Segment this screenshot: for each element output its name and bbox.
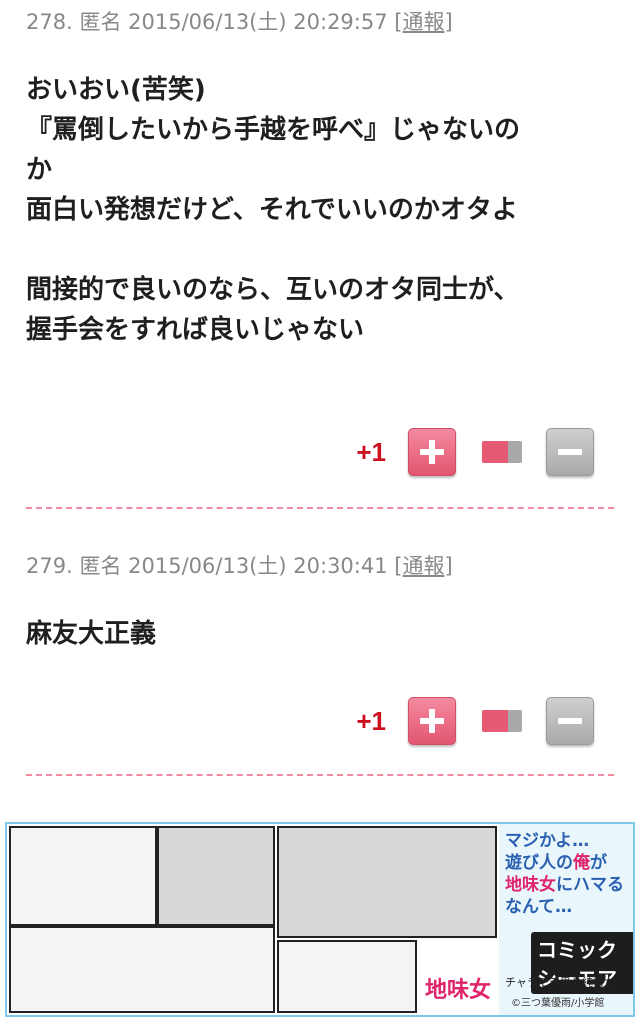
manga-illustration: 地味女 bbox=[7, 824, 499, 1015]
vote-score: +1 bbox=[356, 436, 386, 467]
ad-banner[interactable]: 地味女 マジかよ… 遊び人の俺が 地味女にハマる なんて… コミックシーモア チ… bbox=[5, 822, 635, 1017]
comment-divider bbox=[26, 507, 614, 509]
downvote-button[interactable] bbox=[546, 697, 594, 745]
comment-author: 匿名 bbox=[79, 554, 122, 578]
downvote-button[interactable] bbox=[546, 428, 594, 476]
comment-body: おいおい(苦笑) 『罵倒したいから手越を呼べ』じゃないの か 面白い発想だけど、… bbox=[26, 70, 616, 350]
ad-title: チャラモテ男と純情女 bbox=[505, 976, 615, 989]
manga-panel bbox=[9, 926, 275, 1013]
ad-text-area: マジかよ… 遊び人の俺が 地味女にハマる なんて… コミックシーモア チャラモテ… bbox=[501, 824, 633, 1015]
manga-panel bbox=[157, 826, 275, 926]
ad-tagline: マジかよ… 遊び人の俺が 地味女にハマる なんて… bbox=[505, 831, 624, 917]
upvote-button[interactable] bbox=[408, 428, 456, 476]
comment-time: 20:29:57 bbox=[293, 10, 388, 34]
comment-meta: 278. 匿名 2015/06/13(土) 20:29:57 [通報] bbox=[26, 10, 453, 34]
minus-icon bbox=[558, 449, 582, 455]
vote-score: +1 bbox=[356, 705, 386, 736]
ad-copyright: ©三つ葉優雨/小学館 bbox=[511, 998, 605, 1009]
vote-ratio-negative bbox=[507, 441, 522, 463]
comment-time: 20:30:41 bbox=[293, 554, 388, 578]
comment-line: 『罵倒したいから手越を呼べ』じゃないの bbox=[26, 115, 521, 145]
ad-label: 地味女 bbox=[421, 972, 496, 1004]
comment-line: 麻友大正義 bbox=[26, 619, 157, 649]
report-link[interactable]: 通報 bbox=[402, 554, 444, 578]
report-link[interactable]: 通報 bbox=[402, 10, 444, 34]
comment-meta: 279. 匿名 2015/06/13(土) 20:30:41 [通報] bbox=[26, 554, 453, 578]
comment-line: か bbox=[26, 155, 53, 185]
comment-author: 匿名 bbox=[79, 10, 122, 34]
comment-line: おいおい(苦笑) bbox=[26, 75, 206, 105]
comment-line: 面白い発想だけど、それでいいのかオタよ bbox=[26, 195, 518, 225]
minus-icon bbox=[558, 718, 582, 724]
comment-number: 279. bbox=[26, 554, 73, 578]
manga-panel bbox=[277, 826, 497, 938]
vote-ratio-bar bbox=[482, 441, 522, 463]
comment-body: 麻友大正義 bbox=[26, 614, 616, 654]
vote-ratio-bar bbox=[482, 710, 522, 732]
comment-date: 2015/06/13(土) bbox=[128, 554, 287, 578]
comment-line: 間接的で良いのなら、互いのオタ同士が、 bbox=[26, 275, 520, 305]
upvote-button[interactable] bbox=[408, 697, 456, 745]
vote-ratio-negative bbox=[507, 710, 522, 732]
comment-line: 握手会をすれば良いじゃない bbox=[26, 315, 365, 345]
vote-ratio-positive bbox=[482, 441, 508, 463]
vote-controls: +1 bbox=[356, 697, 594, 745]
vote-ratio-positive bbox=[482, 710, 508, 732]
comment-number: 278. bbox=[26, 10, 73, 34]
comment-date: 2015/06/13(土) bbox=[128, 10, 287, 34]
manga-panel bbox=[277, 940, 417, 1013]
comment-divider bbox=[26, 774, 614, 776]
manga-panel bbox=[9, 826, 157, 926]
comment-line bbox=[26, 230, 616, 270]
vote-controls: +1 bbox=[356, 428, 594, 476]
